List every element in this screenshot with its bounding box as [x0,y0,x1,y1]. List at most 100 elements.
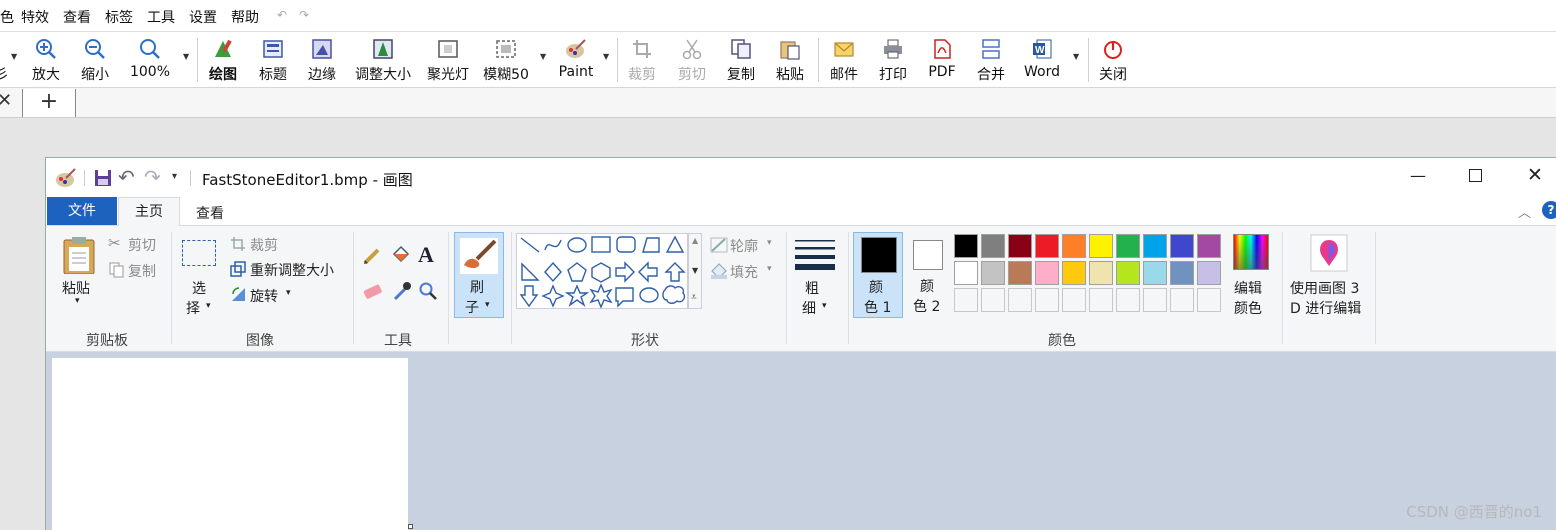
shapes-scroll[interactable]: ▲ ▼ ⩡ [688,233,702,309]
brush-dropdown-icon[interactable]: ▾ [485,300,490,310]
fill-button[interactable]: 填充 ▾ [710,261,780,281]
redo-icon[interactable]: ↷ [299,8,309,22]
close-icon[interactable]: ✕ [1527,164,1543,186]
undo-icon[interactable]: ↶ [277,8,287,22]
fill-bucket-icon[interactable] [390,244,412,266]
cut-button[interactable]: 剪切 [674,34,710,86]
save-icon[interactable] [94,169,112,191]
menu-color[interactable]: 色 [0,7,14,27]
edge-button[interactable]: 边缘 [304,34,340,86]
palette-swatch[interactable] [1170,234,1194,258]
edit-colors-button[interactable]: 编辑 颜色 [1229,234,1273,318]
eraser-icon[interactable] [362,282,384,300]
help-icon[interactable]: ? [1542,201,1556,219]
palette-swatch[interactable] [1035,234,1059,258]
palette-swatch[interactable] [1089,234,1113,258]
paint-app-icon[interactable] [54,167,76,193]
menu-tools[interactable]: 工具 [147,7,175,27]
paste-button[interactable]: 粘贴 [772,34,808,86]
tab-view[interactable]: 查看 [196,203,224,223]
maximize-icon[interactable] [1469,169,1482,182]
spotlight-button[interactable]: 聚光灯 [423,34,473,86]
palette-swatch[interactable] [1062,288,1086,312]
menu-help[interactable]: 帮助 [231,7,259,27]
palette-swatch[interactable] [1008,261,1032,285]
palette-swatch[interactable] [1143,288,1167,312]
size-button[interactable]: 粗 细 ▾ [794,234,838,318]
merge-button[interactable]: 合并 [973,34,1009,86]
palette-swatch[interactable] [1116,234,1140,258]
draw-button[interactable]: 绘图 [205,34,241,86]
paint-dropdown-icon[interactable]: ▼ [603,52,609,61]
palette-swatch[interactable] [1008,288,1032,312]
shapes-grid[interactable] [517,234,689,310]
blur-button[interactable]: 模糊50 [480,34,532,86]
word-dropdown-icon[interactable]: ▼ [1073,52,1079,61]
canvas-resize-handle[interactable] [408,524,413,529]
zoom-in-button[interactable]: 放大 [28,34,64,86]
palette-swatch[interactable] [1197,261,1221,285]
palette-swatch[interactable] [1143,234,1167,258]
select-dropdown-icon[interactable]: ▾ [206,301,211,311]
palette-swatch[interactable] [1116,261,1140,285]
outline-button[interactable]: 轮廓 ▾ [710,235,780,255]
palette-swatch[interactable] [1062,234,1086,258]
color1-button[interactable]: 颜 色 1 [853,232,903,318]
mail-button[interactable]: 邮件 [826,34,862,86]
palette-swatch[interactable] [1035,288,1059,312]
menu-effects[interactable]: 特效 [21,7,49,27]
palette-swatch[interactable] [1116,288,1140,312]
palette-swatch[interactable] [954,261,978,285]
magnifier-icon[interactable] [418,281,438,301]
zoom-dropdown-icon[interactable]: ▼ [183,52,189,61]
palette-swatch[interactable] [1089,261,1113,285]
palette-swatch[interactable] [954,288,978,312]
palette-swatch[interactable] [954,234,978,258]
paste-dropdown-icon[interactable]: ▾ [75,296,80,306]
rotate-dropdown-icon[interactable]: ▾ [286,288,291,298]
customize-qat-icon[interactable]: ▾ [172,171,177,182]
zoom-100-button[interactable]: 100% [128,34,172,86]
palette-swatch[interactable] [1089,288,1113,312]
crop-button[interactable]: 裁剪 [624,34,660,86]
scroll-up-icon[interactable]: ▲ [692,236,698,245]
text-tool-icon[interactable]: A [418,242,434,268]
color-picker-icon[interactable] [392,280,412,302]
scroll-down-icon[interactable]: ▼ [692,266,698,275]
palette-swatch[interactable] [1062,261,1086,285]
undo-icon[interactable]: ↶ [118,165,135,189]
cut-button[interactable]: ✂ 剪切 [108,234,164,254]
drawing-canvas[interactable] [52,358,408,530]
zoom-out-button[interactable]: 缩小 [77,34,113,86]
rotate-button[interactable]: 旋转 ▾ [228,285,298,305]
palette-swatch[interactable] [1170,288,1194,312]
blur-dropdown-icon[interactable]: ▼ [540,52,546,61]
collapse-ribbon-icon[interactable]: ︿ [1518,202,1531,221]
new-tab-button[interactable]: + [22,89,76,117]
color2-button[interactable]: 颜 色 2 [906,232,950,318]
tab-file[interactable]: 文件 [47,197,117,225]
chevron-down-icon[interactable]: ▼ [11,52,17,61]
print-button[interactable]: 打印 [875,34,911,86]
paste-button[interactable]: 粘贴 ▾ [58,234,102,316]
brushes-button[interactable]: 刷 子 ▾ [454,232,504,318]
fill-dropdown-icon[interactable]: ▾ [767,264,772,274]
close-button[interactable]: 关闭 [1095,34,1131,86]
copy-button[interactable]: 复制 [723,34,759,86]
palette-swatch[interactable] [1170,261,1194,285]
paint-button[interactable]: Paint [555,34,597,86]
size-dropdown-icon[interactable]: ▾ [822,301,827,311]
shape-button[interactable]: 彡 [0,34,10,86]
palette-swatch[interactable] [981,261,1005,285]
resize-button[interactable]: 调整大小 [350,34,416,86]
crop-button[interactable]: 裁剪 [228,234,288,254]
palette-swatch[interactable] [1008,234,1032,258]
select-button[interactable]: 选 择 ▾ [180,234,220,320]
outline-dropdown-icon[interactable]: ▾ [767,238,772,248]
redo-icon[interactable]: ↷ [144,165,161,189]
caption-button[interactable]: 标题 [255,34,291,86]
menu-tags[interactable]: 标签 [105,7,133,27]
paint3d-button[interactable]: 使用画图 3 D 进行编辑 [1288,234,1370,318]
resize-button[interactable]: 重新调整大小 [228,259,348,279]
copy-button[interactable]: 复制 [108,260,164,280]
